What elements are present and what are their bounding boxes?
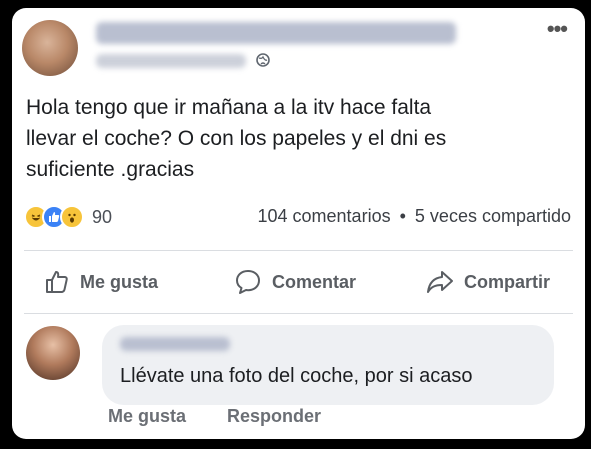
- comments-count-link[interactable]: 104 comentarios: [258, 206, 391, 226]
- shares-count-link[interactable]: 5 veces compartido: [415, 206, 571, 226]
- page-name-blurred[interactable]: [96, 22, 456, 44]
- comment-text: Llévate una foto del coche, por si acaso: [120, 365, 473, 387]
- post-timestamp-blurred[interactable]: [96, 54, 246, 68]
- more-options-icon[interactable]: •••: [547, 16, 568, 42]
- comment-button-label: Comentar: [272, 271, 357, 292]
- globe-icon: [256, 53, 270, 67]
- post-text-line: llevar el coche? O con los papeles y el …: [26, 127, 447, 150]
- thumbs-up-icon: [46, 271, 68, 293]
- commenter-avatar[interactable]: [26, 326, 80, 380]
- commenter-name-blurred[interactable]: [120, 337, 230, 351]
- like-button[interactable]: Me gusta: [44, 266, 158, 298]
- share-button[interactable]: Compartir: [426, 266, 550, 298]
- speech-bubble-icon: [236, 270, 260, 294]
- reaction-count[interactable]: 90: [92, 207, 112, 228]
- share-button-label: Compartir: [464, 271, 551, 292]
- stats-separator: •: [399, 206, 406, 226]
- wow-reaction-icon: [60, 205, 84, 229]
- comment-button[interactable]: Comentar: [234, 266, 356, 298]
- page-avatar[interactable]: [22, 20, 78, 76]
- divider-top: [24, 250, 573, 251]
- post-text: Hola tengo que ir mañana a la itv hace f…: [26, 92, 585, 185]
- like-button-label: Me gusta: [80, 271, 159, 292]
- reactions-summary[interactable]: 90: [24, 205, 112, 229]
- post-text-line: suficiente .gracias: [26, 158, 195, 181]
- post-text-line: Hola tengo que ir mañana a la itv hace f…: [26, 96, 432, 119]
- post-card: ••• Hola tengo que ir mañana a la itv ha…: [12, 8, 585, 439]
- share-arrow-icon: [427, 271, 453, 293]
- divider-bottom: [24, 313, 573, 314]
- comment-reply-link[interactable]: Responder: [227, 406, 321, 427]
- post-stats: 104 comentarios • 5 veces compartido: [258, 206, 572, 227]
- comment-bubble: Llévate una foto del coche, por si acaso: [102, 325, 554, 405]
- comment-like-link[interactable]: Me gusta: [108, 406, 186, 427]
